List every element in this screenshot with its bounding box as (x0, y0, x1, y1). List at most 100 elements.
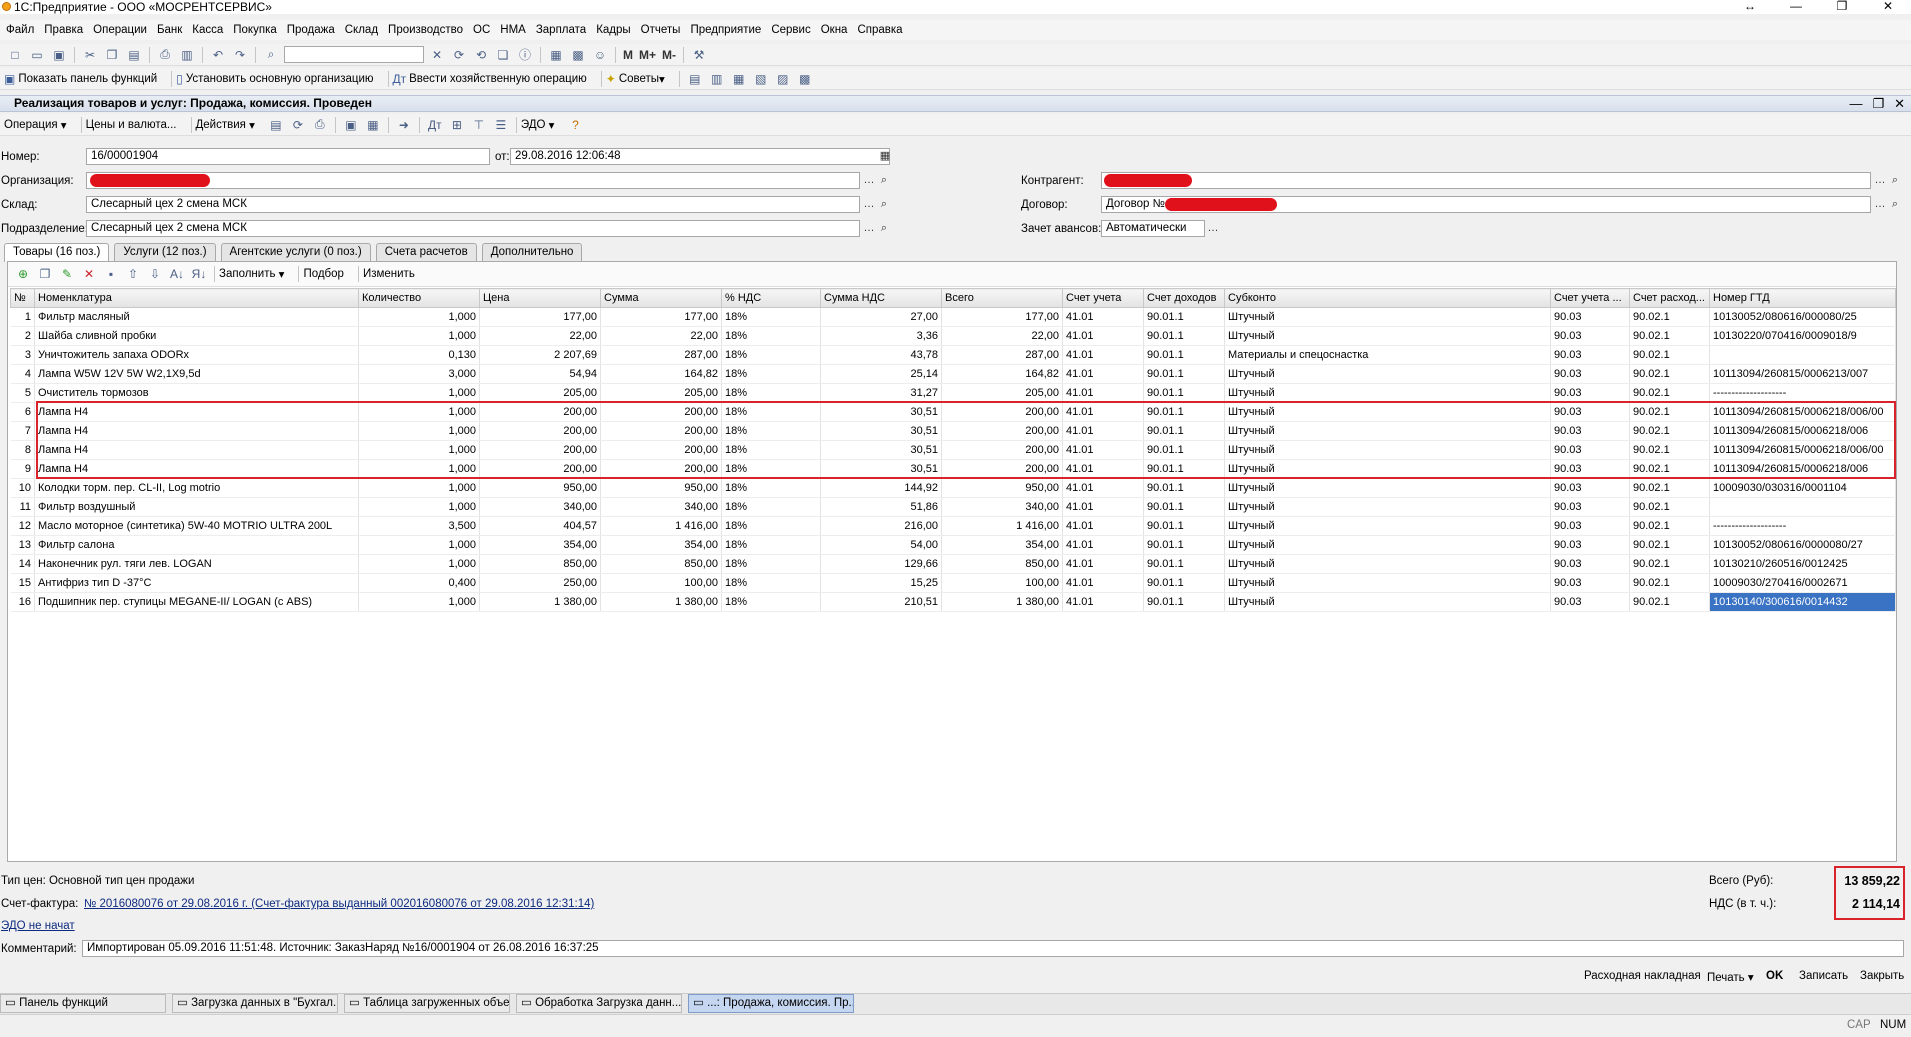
table-cell[interactable]: 10009030/270416/0002671 (1709, 573, 1896, 593)
table-cell[interactable]: 129,66 (820, 554, 942, 574)
sort-asc-icon[interactable]: A↓ (169, 266, 185, 282)
close-window-button[interactable]: ✕ (1865, 0, 1911, 14)
column-header[interactable]: Счет учета ... (1550, 288, 1630, 308)
table-row[interactable]: 5 Очиститель тормозов 1,000 205,00 205,00 18%… (10, 383, 1896, 403)
table-cell[interactable]: 22,00 (600, 326, 722, 346)
calendar-icon[interactable]: ▦ (878, 150, 892, 164)
structure-icon[interactable]: ▦ (365, 117, 381, 133)
save-button[interactable]: Записать (1799, 970, 1848, 982)
filter-icon[interactable]: ⊤ (471, 117, 487, 133)
table-cell[interactable]: 950,00 (600, 478, 722, 498)
table-cell[interactable]: 354,00 (941, 535, 1063, 555)
table-cell[interactable]: Наконечник рул. тяги лев. LOGAN (34, 554, 359, 574)
table-cell[interactable] (1709, 345, 1896, 365)
table-cell[interactable]: 18% (721, 345, 821, 365)
table-cell[interactable]: Штучный (1224, 573, 1551, 593)
table-cell[interactable]: Штучный (1224, 535, 1551, 555)
table-cell[interactable]: 354,00 (479, 535, 601, 555)
table-cell[interactable] (1709, 497, 1896, 517)
table-cell[interactable]: 4 (10, 364, 35, 384)
cut-icon[interactable]: ✂ (82, 47, 98, 63)
table-cell[interactable]: 43,78 (820, 345, 942, 365)
table-cell[interactable]: 90.01.1 (1143, 573, 1225, 593)
list-icon[interactable]: ☰ (493, 117, 509, 133)
table-cell[interactable]: 41.01 (1062, 554, 1144, 574)
counterparty-search-icon[interactable]: ⌕ (1888, 174, 1902, 188)
minimize-button[interactable]: — (1773, 0, 1819, 14)
memory-plus-icon[interactable]: M+ (639, 47, 656, 63)
table-cell[interactable]: 100,00 (600, 573, 722, 593)
taskbar-window[interactable]: ▭ Панель функций (0, 994, 166, 1013)
table-cell[interactable]: 3,500 (358, 516, 480, 536)
tab[interactable]: Товары (16 поз.) (4, 243, 110, 262)
invoice-print-button[interactable]: Расходная накладная (1584, 970, 1701, 982)
table-cell[interactable]: 13 (10, 535, 35, 555)
table-cell[interactable]: 90.03 (1550, 364, 1630, 384)
post-icon[interactable]: ▤ (268, 117, 284, 133)
ok-button[interactable]: OK (1766, 970, 1783, 982)
table-cell[interactable]: 90.01.1 (1143, 554, 1225, 574)
warehouse-search-icon[interactable]: ⌕ (877, 198, 891, 212)
advances-field[interactable]: Автоматически (1101, 220, 1205, 237)
table-cell[interactable]: 41.01 (1062, 478, 1144, 498)
column-header[interactable]: Счет доходов (1143, 288, 1225, 308)
table-cell[interactable]: Фильтр воздушный (34, 497, 359, 517)
table-cell[interactable]: 1,000 (358, 307, 480, 327)
table-cell[interactable]: 164,82 (941, 364, 1063, 384)
counterparty-select-button[interactable]: … (1873, 174, 1887, 188)
table-cell[interactable]: 177,00 (600, 307, 722, 327)
search-icon[interactable]: ⌕ (263, 47, 279, 63)
table-cell[interactable]: 287,00 (600, 345, 722, 365)
find-next-icon[interactable]: ⟳ (451, 47, 467, 63)
table-cell[interactable]: Лампа W5W 12V 5W W2,1X9,5d (34, 364, 359, 384)
table-row[interactable]: 1 Фильтр масляный 1,000 177,00 177,00 18% 27,0… (10, 307, 1896, 327)
table-cell[interactable]: 1,000 (358, 497, 480, 517)
table-cell[interactable]: 90.01.1 (1143, 383, 1225, 403)
column-header[interactable]: Сумма (600, 288, 722, 308)
column-header[interactable]: Всего (941, 288, 1063, 308)
table-cell[interactable]: 41.01 (1062, 383, 1144, 403)
table-cell[interactable]: 10130052/080616/000080/25 (1709, 307, 1896, 327)
redo-icon[interactable]: ↷ (232, 47, 248, 63)
tools-icon[interactable]: ⚒ (691, 47, 707, 63)
table-cell[interactable]: Штучный (1224, 516, 1551, 536)
org-search-icon[interactable]: ⌕ (877, 174, 891, 188)
tab[interactable]: Счета расчетов (375, 243, 477, 261)
table-cell[interactable]: 144,92 (820, 478, 942, 498)
table-cell[interactable]: Штучный (1224, 383, 1551, 403)
table-cell[interactable]: Очиститель тормозов (34, 383, 359, 403)
help-icon[interactable]: ? (567, 117, 583, 133)
table-cell[interactable]: 41.01 (1062, 573, 1144, 593)
table-cell[interactable]: Уничтожитель запаха ODORx (34, 345, 359, 365)
table-cell[interactable]: 3,36 (820, 326, 942, 346)
table-cell[interactable]: 90.02.1 (1629, 478, 1710, 498)
table-cell[interactable]: 10009030/030316/0001104 (1709, 478, 1896, 498)
operation-menu[interactable]: Операция ▾ (4, 118, 67, 132)
table-cell[interactable]: 18% (721, 383, 821, 403)
taskbar-window[interactable]: ▭ Обработка Загрузка данн... (516, 994, 682, 1013)
table-cell[interactable]: Штучный (1224, 364, 1551, 384)
resize-icon[interactable]: ↔ (1727, 0, 1773, 14)
print-icon[interactable]: ⎙ (157, 47, 173, 63)
counterparty-field[interactable] (1101, 172, 1871, 189)
table-cell[interactable]: -------------------- (1709, 516, 1896, 536)
table-cell[interactable]: 0,400 (358, 573, 480, 593)
org-select-button[interactable]: … (862, 174, 876, 188)
taskbar-window[interactable]: ▭ ...: Продажа, комиссия. Пр... (688, 994, 854, 1013)
division-select-button[interactable]: … (862, 222, 876, 236)
table-cell[interactable]: 90.03 (1550, 592, 1630, 612)
table-cell[interactable]: 1,000 (358, 326, 480, 346)
menu-item[interactable]: ОС (473, 24, 490, 36)
table-cell[interactable]: Масло моторное (синтетика) 5W-40 MOTRIO … (34, 516, 359, 536)
add-row-icon[interactable]: ⊕ (15, 266, 31, 282)
table-cell[interactable]: 11 (10, 497, 35, 517)
table-cell[interactable]: 3 (10, 345, 35, 365)
table-cell[interactable]: 90.01.1 (1143, 535, 1225, 555)
report-icon-4[interactable]: ▧ (753, 71, 769, 87)
table-row[interactable]: 11 Фильтр воздушный 1,000 340,00 340,00 18% 51… (10, 497, 1896, 517)
change-button[interactable]: Изменить (363, 268, 415, 280)
table-cell[interactable]: 10130052/080616/0000080/27 (1709, 535, 1896, 555)
table-cell[interactable]: 1,000 (358, 478, 480, 498)
enter-operation-button[interactable]: Дт Ввести хозяйственную операцию (393, 72, 587, 86)
table-cell[interactable]: 1 416,00 (941, 516, 1063, 536)
